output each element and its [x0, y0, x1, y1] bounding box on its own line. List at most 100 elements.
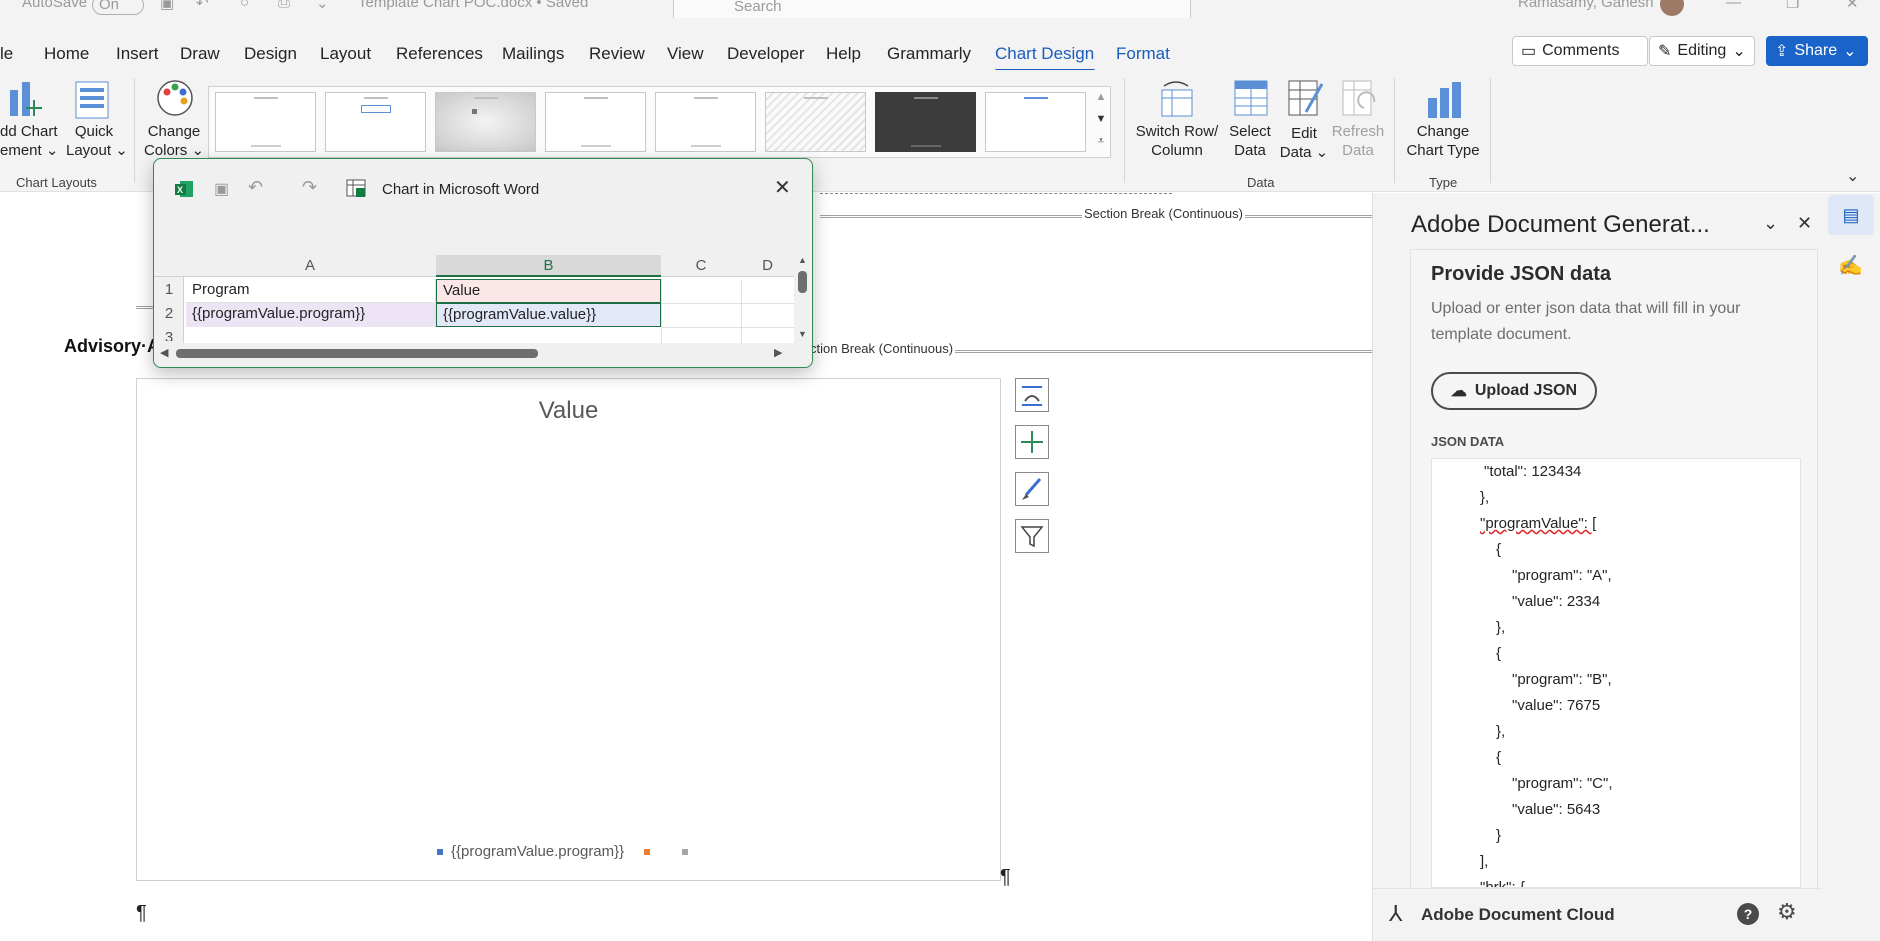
separator — [1490, 78, 1491, 183]
tab-home[interactable]: Home — [44, 44, 89, 64]
scroll-thumb[interactable] — [798, 271, 807, 293]
save-icon[interactable]: ▣ — [160, 0, 174, 12]
tab-file[interactable]: le — [0, 44, 13, 64]
undo-icon[interactable]: ↶ — [196, 0, 209, 12]
horizontal-scrollbar[interactable]: ◀ ▶ — [154, 343, 794, 363]
quick-layout-button[interactable]: Quick Layout ⌄ — [66, 122, 128, 160]
chevron-down-icon[interactable]: ⌄ — [1763, 213, 1778, 234]
tab-layout[interactable]: Layout — [320, 44, 371, 64]
gallery-scroll: ▲ ▼ ⩡ — [1091, 86, 1111, 158]
edit-in-excel-icon[interactable] — [346, 179, 368, 199]
scroll-left-icon[interactable]: ◀ — [160, 346, 168, 359]
undo-icon[interactable]: ↶ — [248, 177, 263, 198]
edit-data-button[interactable]: Edit Data ⌄ — [1276, 124, 1332, 162]
autosave-toggle[interactable]: On — [92, 0, 145, 15]
tab-chart-design[interactable]: Chart Design — [995, 44, 1094, 64]
scroll-down-icon[interactable]: ▼ — [798, 329, 807, 339]
redo-icon[interactable]: ↷ — [302, 177, 317, 198]
chart-style-5[interactable] — [655, 92, 756, 152]
change-chart-type-label-2: Chart Type — [1406, 142, 1480, 159]
tab-grammarly[interactable]: Grammarly — [887, 44, 971, 64]
select-data-label-1: Select — [1229, 123, 1271, 140]
tab-review[interactable]: Review — [589, 44, 645, 64]
search-placeholder: Search — [734, 0, 782, 15]
chart-filters-button[interactable] — [1015, 519, 1049, 553]
chart-styles-button[interactable] — [1015, 472, 1049, 506]
switch-row-column-button[interactable]: Switch Row/ Column — [1134, 122, 1220, 160]
chart-legend[interactable]: {{programValue.program}} — [437, 843, 689, 860]
cell-a2[interactable]: {{programValue.program}} — [186, 303, 436, 327]
chart-style-1[interactable] — [215, 92, 316, 152]
chart-elements-button[interactable] — [1015, 425, 1049, 459]
sign-addin-icon[interactable]: ✍ — [1838, 253, 1863, 278]
column-header-d[interactable]: D — [741, 255, 794, 277]
close-icon[interactable]: ✕ — [774, 175, 791, 200]
json-data-label: JSON DATA — [1431, 434, 1505, 449]
cell-b2[interactable]: {{programValue.value}} — [436, 303, 661, 327]
column-header-b[interactable]: B — [436, 255, 661, 277]
row-header-3[interactable]: 3 — [154, 327, 184, 341]
close-window-icon[interactable]: ✕ — [1846, 0, 1859, 12]
search-box[interactable]: Search — [673, 0, 1191, 18]
minimize-icon[interactable]: — — [1726, 0, 1741, 11]
tab-design[interactable]: Design — [244, 44, 297, 64]
upload-json-button[interactable]: ☁ Upload JSON — [1431, 372, 1597, 410]
scroll-right-icon[interactable]: ▶ — [774, 346, 782, 359]
comments-button[interactable]: ▭ Comments — [1512, 36, 1648, 66]
excel-icon: X — [175, 181, 193, 197]
layout-options-button[interactable] — [1015, 378, 1049, 412]
change-colors-button[interactable]: Change Colors ⌄ — [140, 122, 208, 160]
close-pane-icon[interactable]: ✕ — [1797, 213, 1812, 234]
tab-developer[interactable]: Developer — [727, 44, 805, 64]
switch-row-column-icon — [1161, 81, 1193, 117]
pane-description-1: Upload or enter json data that will fill… — [1431, 300, 1741, 317]
avatar[interactable] — [1660, 0, 1684, 16]
add-chart-element-button[interactable]: dd Chart ement ⌄ — [0, 122, 58, 160]
help-icon[interactable]: ? — [1737, 903, 1759, 925]
tab-help[interactable]: Help — [826, 44, 861, 64]
column-header-a[interactable]: A — [184, 255, 436, 277]
column-header-c[interactable]: C — [661, 255, 741, 277]
select-data-button[interactable]: Select Data — [1222, 122, 1278, 160]
chart-data-window[interactable]: X ▣ ↶ ↷ Chart in Microsoft Word ✕ A B C … — [153, 158, 813, 368]
editing-button[interactable]: ✎ Editing ⌄ — [1649, 36, 1755, 66]
vertical-scrollbar[interactable]: ▲ ▼ — [794, 255, 812, 343]
save-icon[interactable]: ▣ — [214, 179, 229, 199]
gallery-down-icon[interactable]: ▼ — [1091, 108, 1111, 130]
chart-style-3[interactable] — [435, 92, 536, 152]
chart-title[interactable]: Value — [137, 397, 1000, 425]
refresh-data-button: Refresh Data — [1330, 122, 1386, 160]
tab-view[interactable]: View — [667, 44, 704, 64]
row-header-2[interactable]: 2 — [154, 303, 184, 325]
tab-format[interactable]: Format — [1116, 44, 1170, 64]
print-icon[interactable]: ⎙ — [278, 0, 290, 11]
chart-style-6[interactable] — [765, 92, 866, 152]
chart-area[interactable]: Value {{programValue.program}} — [136, 378, 1001, 881]
customize-icon[interactable]: ⌄ — [316, 0, 329, 12]
gallery-more-icon[interactable]: ⩡ — [1091, 130, 1111, 152]
json-data-editor[interactable]: "total": 123434 }, "programValue": [ { "… — [1431, 458, 1801, 888]
tab-mailings[interactable]: Mailings — [502, 44, 564, 64]
share-icon: ⇪ — [1775, 43, 1789, 60]
scroll-thumb-h[interactable] — [176, 349, 538, 358]
chart-style-8[interactable] — [985, 92, 1086, 152]
circle-icon[interactable]: ○ — [240, 0, 249, 11]
chart-style-4[interactable] — [545, 92, 646, 152]
share-button[interactable]: ⇪ Share ⌄ — [1766, 36, 1868, 66]
chart-style-7[interactable] — [875, 92, 976, 152]
restore-icon[interactable]: ❐ — [1786, 0, 1799, 12]
collapse-ribbon-icon[interactable]: ⌄ — [1846, 166, 1859, 186]
settings-gear-icon[interactable]: ⚙ — [1777, 899, 1797, 925]
cell-b1[interactable]: Value — [436, 279, 661, 303]
document-generation-addin-icon[interactable]: ▤ — [1828, 195, 1874, 235]
row-header-1[interactable]: 1 — [154, 279, 184, 301]
change-chart-type-button[interactable]: Change Chart Type — [1402, 122, 1484, 160]
cell-a1[interactable]: Program — [186, 279, 436, 303]
json-line: "value": 2334 — [1512, 593, 1601, 610]
tab-insert[interactable]: Insert — [116, 44, 159, 64]
chart-style-2[interactable] — [325, 92, 426, 152]
tab-references[interactable]: References — [396, 44, 483, 64]
tab-draw[interactable]: Draw — [180, 44, 220, 64]
scroll-up-icon[interactable]: ▲ — [798, 255, 807, 265]
gallery-up-icon[interactable]: ▲ — [1091, 86, 1111, 108]
